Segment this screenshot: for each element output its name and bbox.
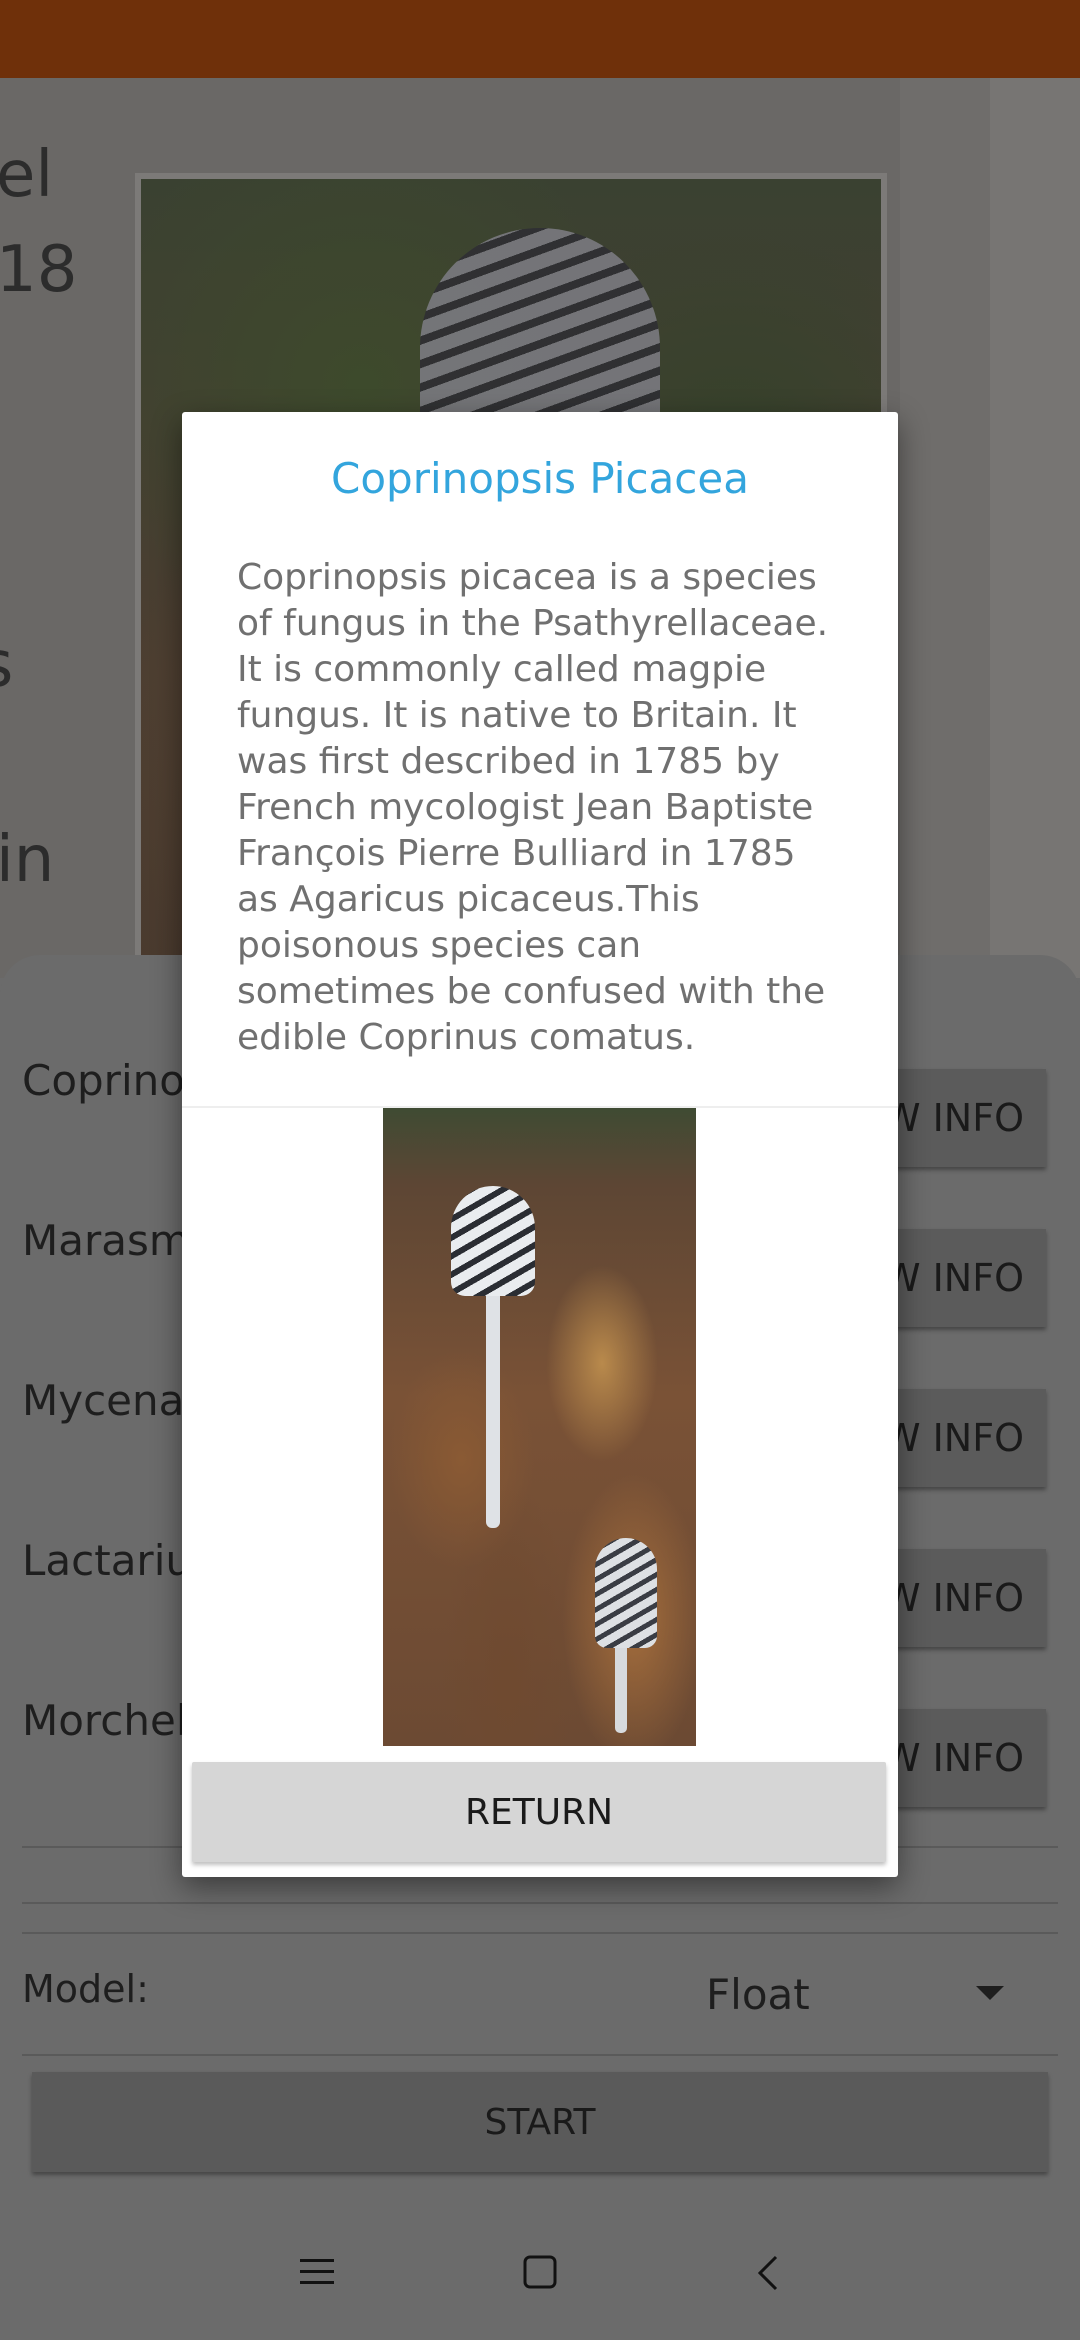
mushroom-cap xyxy=(451,1186,535,1296)
mushroom-photo xyxy=(383,1108,696,1746)
result-label: Morchel xyxy=(22,1696,188,1745)
camera-text: el xyxy=(0,138,54,212)
menu-icon[interactable] xyxy=(300,2255,334,2295)
back-icon[interactable] xyxy=(756,2255,780,2298)
divider xyxy=(22,1902,1058,1904)
info-dialog: Coprinopsis Picacea Coprinopsis picacea … xyxy=(182,412,898,1877)
chevron-down-icon[interactable] xyxy=(976,1986,1004,2000)
camera-text: 18 xyxy=(0,233,78,307)
camera-text: in xyxy=(0,823,55,897)
result-label: Mycena xyxy=(22,1376,185,1425)
camera-page-edge-2 xyxy=(990,78,1080,978)
status-bar xyxy=(0,0,1080,78)
return-button[interactable]: RETURN xyxy=(192,1762,886,1862)
start-button[interactable]: START xyxy=(32,2072,1048,2172)
dialog-title: Coprinopsis Picacea xyxy=(331,454,749,503)
divider xyxy=(22,2054,1058,2056)
dialog-description: Coprinopsis picacea is a species of fung… xyxy=(237,557,829,1058)
mushroom-cap xyxy=(595,1538,657,1648)
model-select[interactable]: Float xyxy=(706,1970,810,2019)
result-label: Marasm xyxy=(22,1216,190,1265)
divider xyxy=(22,1932,1058,1934)
model-label: Model: xyxy=(22,1967,149,2011)
camera-text: s xyxy=(0,628,13,702)
home-icon[interactable] xyxy=(523,2255,557,2296)
result-label: Lactariu xyxy=(22,1536,192,1585)
